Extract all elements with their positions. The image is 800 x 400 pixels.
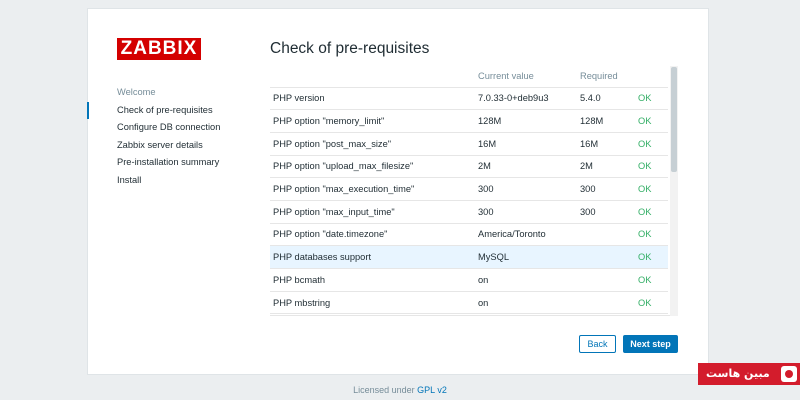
table-row: PHP option "max_input_time" 300 300 OK (270, 200, 668, 224)
table-row: PHP option "upload_max_filesize" 2M 2M O… (270, 155, 668, 179)
row-required: 5.4.0 (580, 87, 638, 111)
row-current: 300 (478, 177, 580, 201)
row-name: PHP bcmath (270, 268, 478, 292)
step-server-details[interactable]: Zabbix server details (87, 137, 247, 155)
step-install[interactable]: Install (87, 172, 247, 190)
row-current: 7.0.33-0+deb9u3 (478, 87, 580, 111)
row-status: OK (638, 177, 668, 201)
row-required: 300 (580, 177, 638, 201)
license-footer: Licensed under GPL v2 (0, 385, 800, 395)
row-required (580, 268, 638, 292)
step-check-prerequisites[interactable]: Check of pre-requisites (87, 101, 247, 120)
row-required (580, 245, 638, 269)
row-status: OK (638, 268, 668, 292)
row-status: OK (638, 245, 668, 269)
table-row: PHP option "max_execution_time" 300 300 … (270, 177, 668, 201)
row-name: PHP version (270, 87, 478, 111)
row-required: 128M (580, 109, 638, 133)
row-name: PHP option "memory_limit" (270, 109, 478, 133)
row-current: 300 (478, 200, 580, 224)
table-row: PHP option "post_max_size" 16M 16M OK (270, 132, 668, 156)
row-current: MySQL (478, 245, 580, 269)
row-name: PHP option "max_execution_time" (270, 177, 478, 201)
row-required (580, 223, 638, 247)
row-current: 16M (478, 132, 580, 156)
header-status (638, 66, 668, 88)
table-row: PHP bcmath on OK (270, 268, 668, 292)
watermark-badge: مبین هاست (698, 363, 800, 385)
row-status: OK (638, 155, 668, 179)
table-row: PHP version 7.0.33-0+deb9u3 5.4.0 OK (270, 87, 668, 111)
row-current: America/Toronto (478, 223, 580, 247)
header-name (270, 66, 478, 88)
table-row: PHP option "date.timezone" America/Toron… (270, 223, 668, 247)
gpl-license-link[interactable]: GPL v2 (417, 385, 447, 395)
page-title: Check of pre-requisites (270, 40, 430, 57)
header-current-value: Current value (478, 66, 580, 88)
row-status: OK (638, 87, 668, 111)
row-current: on (478, 291, 580, 315)
row-current: 128M (478, 109, 580, 133)
row-name: PHP option "upload_max_filesize" (270, 155, 478, 179)
step-configure-db[interactable]: Configure DB connection (87, 119, 247, 137)
zabbix-logo: ZABBIX (117, 38, 201, 60)
step-preinstall-summary[interactable]: Pre-installation summary (87, 154, 247, 172)
prerequisites-table: Current value Required PHP version 7.0.3… (270, 66, 668, 315)
row-name: PHP option "max_input_time" (270, 200, 478, 224)
row-name: PHP mbstring (270, 291, 478, 315)
row-current: 2M (478, 155, 580, 179)
row-current: on (478, 268, 580, 292)
row-status: OK (638, 291, 668, 315)
watermark-logo-icon (781, 366, 797, 382)
row-name: PHP option "date.timezone" (270, 223, 478, 247)
prerequisites-table-container[interactable]: Current value Required PHP version 7.0.3… (270, 66, 678, 316)
table-header-row: Current value Required (270, 66, 668, 88)
row-status: OK (638, 200, 668, 224)
watermark-text: مبین هاست (706, 367, 770, 380)
row-required: 300 (580, 200, 638, 224)
row-name: PHP databases support (270, 245, 478, 269)
row-required: 2M (580, 155, 638, 179)
next-step-button[interactable]: Next step (623, 335, 678, 353)
table-row-highlighted: PHP databases support MySQL OK (270, 245, 668, 269)
license-text: Licensed under (353, 385, 418, 395)
step-welcome[interactable]: Welcome (87, 84, 247, 102)
row-status: OK (638, 132, 668, 156)
row-required: 16M (580, 132, 638, 156)
table-row: PHP option "memory_limit" 128M 128M OK (270, 109, 668, 133)
back-button[interactable]: Back (579, 335, 616, 353)
table-scrollbar-thumb[interactable] (671, 67, 677, 172)
row-status: OK (638, 223, 668, 247)
row-status: OK (638, 109, 668, 133)
setup-steps-nav: Welcome Check of pre-requisites Configur… (87, 84, 247, 190)
row-name: PHP option "post_max_size" (270, 132, 478, 156)
header-required: Required (580, 66, 638, 88)
table-row: PHP mbstring on OK (270, 291, 668, 315)
row-required (580, 291, 638, 315)
